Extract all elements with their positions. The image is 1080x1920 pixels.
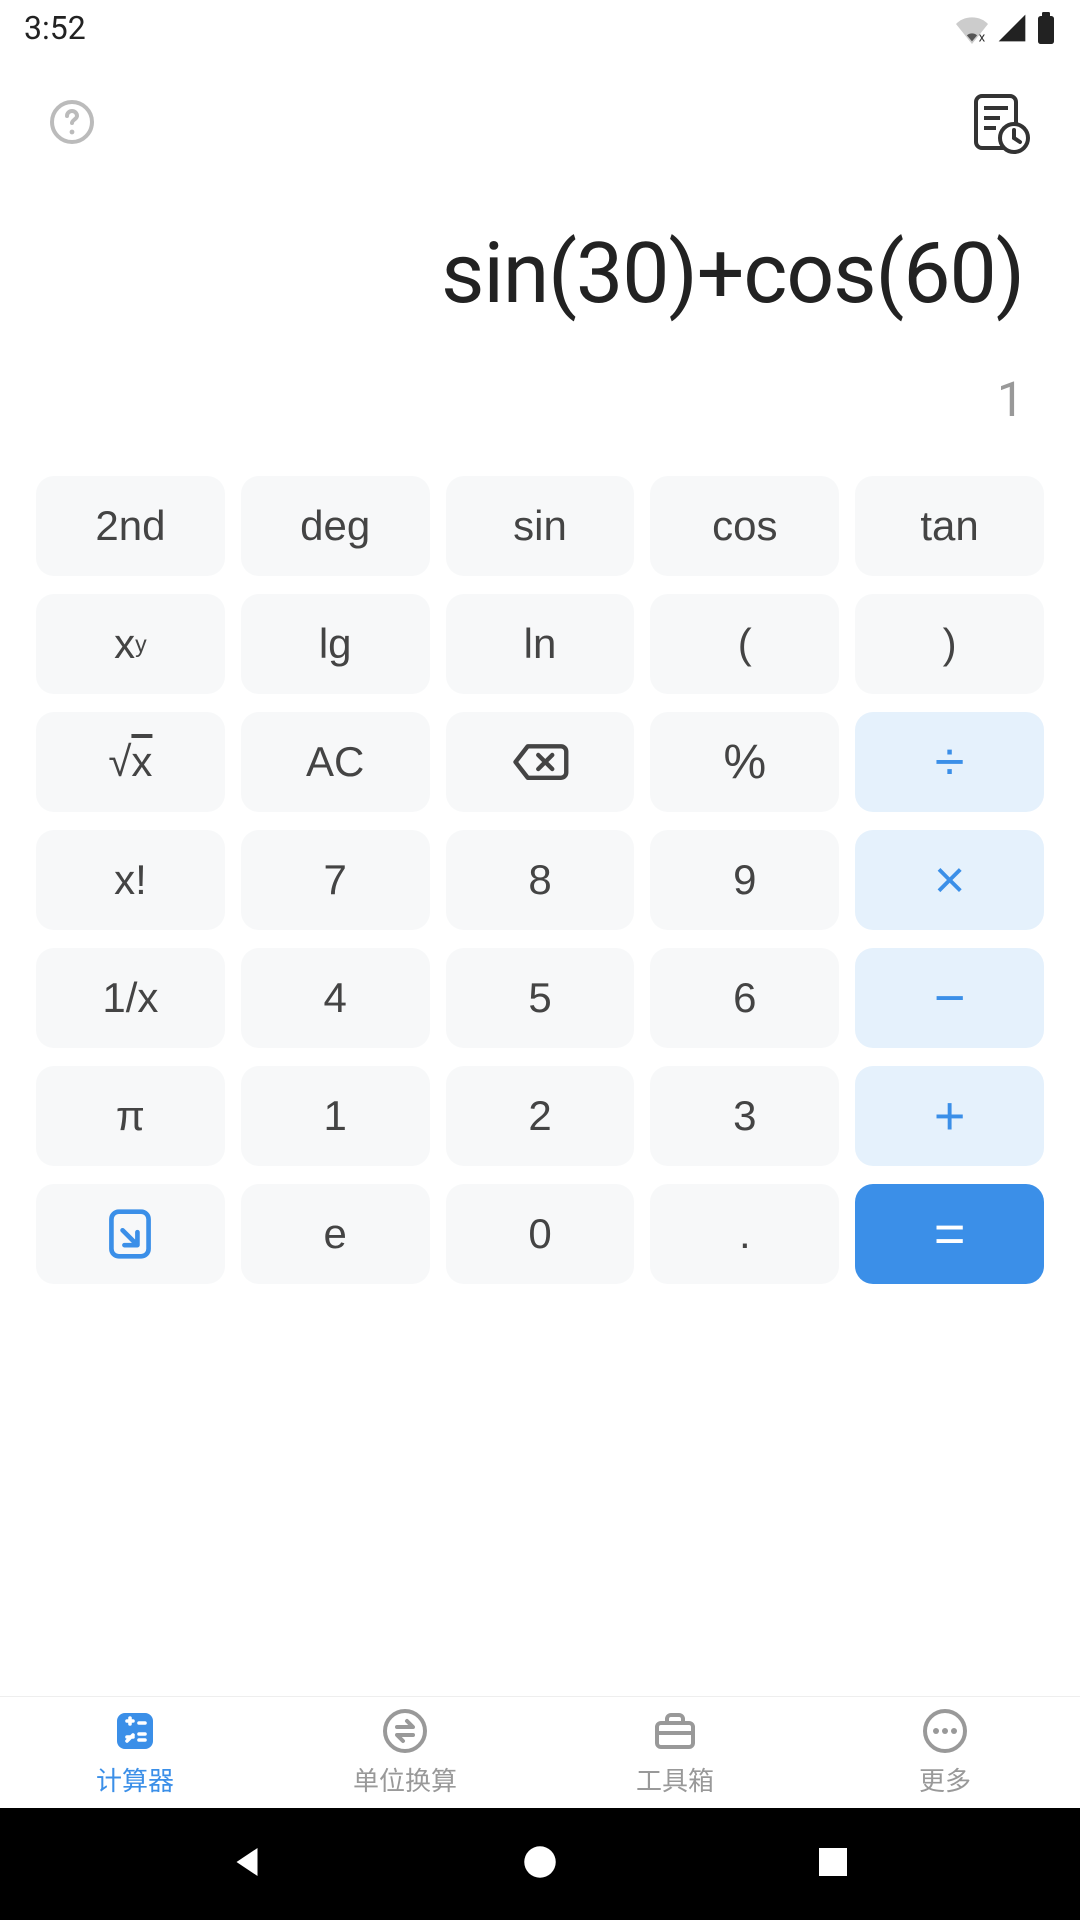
key-factorial[interactable]: x! (36, 830, 225, 930)
nav-unit-label: 单位换算 (353, 1761, 457, 1798)
nav-unit[interactable]: 单位换算 (270, 1697, 540, 1808)
key-deg[interactable]: deg (241, 476, 430, 576)
display-area: sin(30)+cos(60) 1 (0, 184, 1080, 452)
key-cos[interactable]: cos (650, 476, 839, 576)
key-2nd[interactable]: 2nd (36, 476, 225, 576)
key-backspace[interactable] (446, 712, 635, 812)
key-reciprocal[interactable]: 1/x (36, 948, 225, 1048)
key-5[interactable]: 5 (446, 948, 635, 1048)
collapse-icon (106, 1208, 154, 1260)
key-multiply[interactable]: × (855, 830, 1044, 930)
key-ac[interactable]: AC (241, 712, 430, 812)
cell-signal-icon (996, 12, 1028, 44)
help-icon[interactable] (48, 98, 96, 150)
svg-text:x: x (979, 30, 986, 44)
status-time: 3:52 (24, 9, 86, 47)
key-left-paren[interactable]: ( (650, 594, 839, 694)
result: 1 (997, 371, 1024, 428)
nav-calculator[interactable]: 计算器 (0, 1697, 270, 1808)
nav-calculator-label: 计算器 (96, 1761, 174, 1798)
key-3[interactable]: 3 (650, 1066, 839, 1166)
key-4[interactable]: 4 (241, 948, 430, 1048)
key-dot[interactable]: . (650, 1184, 839, 1284)
android-home[interactable] (519, 1841, 561, 1887)
key-lg[interactable]: lg (241, 594, 430, 694)
key-plus[interactable]: + (855, 1066, 1044, 1166)
status-bar: 3:52 x (0, 0, 1080, 56)
top-icons (0, 64, 1080, 184)
key-e[interactable]: e (241, 1184, 430, 1284)
key-2[interactable]: 2 (446, 1066, 635, 1166)
history-icon[interactable] (968, 90, 1032, 158)
key-sqrt[interactable]: √x (36, 712, 225, 812)
more-icon (921, 1707, 969, 1755)
key-xpowy[interactable]: xy (36, 594, 225, 694)
key-minus[interactable]: − (855, 948, 1044, 1048)
android-back[interactable] (226, 1841, 268, 1887)
expression: sin(30)+cos(60) (441, 224, 1024, 323)
key-7[interactable]: 7 (241, 830, 430, 930)
key-sin[interactable]: sin (446, 476, 635, 576)
keypad: 2nd deg sin cos tan xy lg ln ( ) √x AC %… (0, 452, 1080, 1314)
nav-more-label: 更多 (919, 1761, 971, 1798)
nav-tools[interactable]: 工具箱 (540, 1697, 810, 1808)
calculator-icon (111, 1707, 159, 1755)
key-tan[interactable]: tan (855, 476, 1044, 576)
toolbox-icon (651, 1707, 699, 1755)
key-ln[interactable]: ln (446, 594, 635, 694)
status-right: x (956, 12, 1056, 44)
key-percent[interactable]: % (650, 712, 839, 812)
key-9[interactable]: 9 (650, 830, 839, 930)
key-0[interactable]: 0 (446, 1184, 635, 1284)
android-nav (0, 1808, 1080, 1920)
convert-icon (381, 1707, 429, 1755)
key-1[interactable]: 1 (241, 1066, 430, 1166)
nav-tools-label: 工具箱 (636, 1761, 714, 1798)
nav-more[interactable]: 更多 (810, 1697, 1080, 1808)
key-6[interactable]: 6 (650, 948, 839, 1048)
backspace-icon (511, 741, 569, 783)
key-equals[interactable]: = (855, 1184, 1044, 1284)
key-8[interactable]: 8 (446, 830, 635, 930)
key-pi[interactable]: π (36, 1066, 225, 1166)
key-right-paren[interactable]: ) (855, 594, 1044, 694)
key-collapse[interactable] (36, 1184, 225, 1284)
android-recent[interactable] (812, 1841, 854, 1887)
wifi-off-icon: x (956, 12, 988, 44)
bottom-nav: 计算器 单位换算 工具箱 更多 (0, 1696, 1080, 1808)
key-divide[interactable]: ÷ (855, 712, 1044, 812)
battery-icon (1036, 12, 1056, 44)
